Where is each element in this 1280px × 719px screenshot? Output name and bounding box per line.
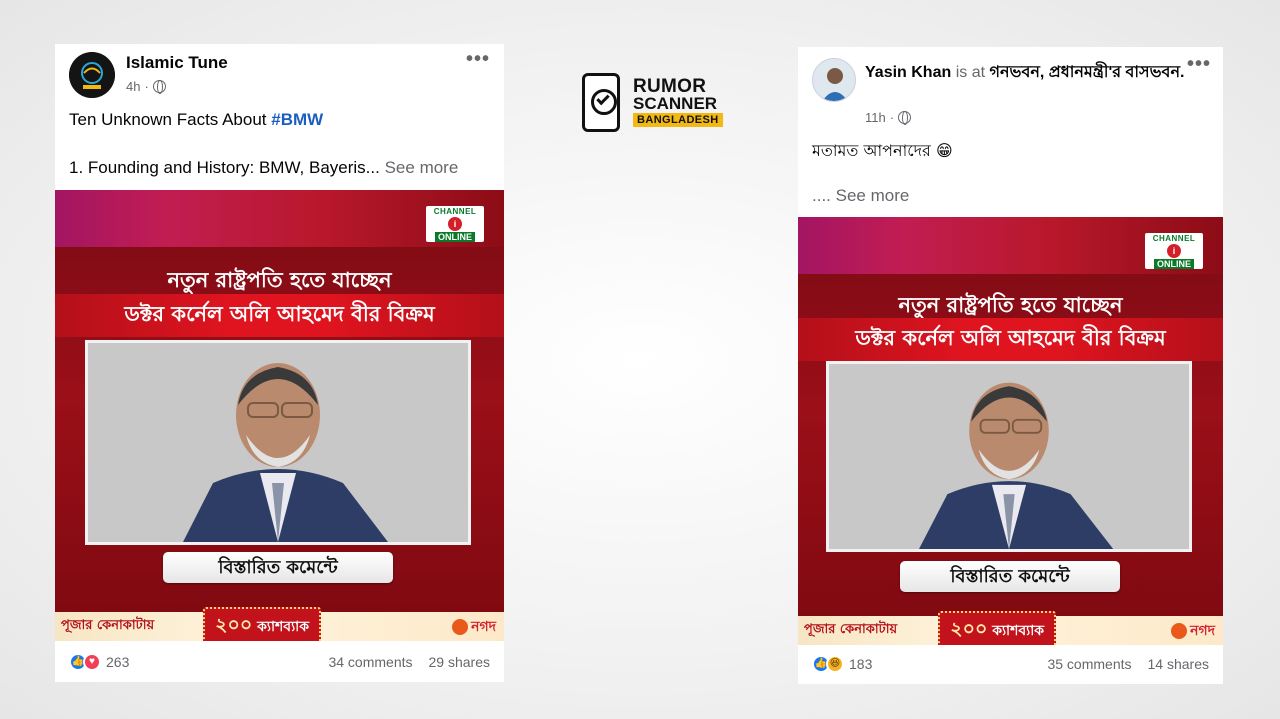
channel-logo-mark: i bbox=[1167, 243, 1181, 258]
detail-in-comments-button[interactable]: বিস্তারিত কমেন্টে bbox=[900, 561, 1120, 592]
location-link[interactable]: গনভবন, প্রধানমন্ত্রী'র বাসভবন bbox=[989, 64, 1180, 81]
post-time[interactable]: 11h bbox=[865, 110, 886, 125]
news-card-image[interactable]: CHANNEL i ONLINE নতুন রাষ্ট্রপতি হতে যাচ… bbox=[55, 190, 504, 641]
channel-i-logo: CHANNEL i ONLINE bbox=[1145, 233, 1203, 269]
post-text: Ten Unknown Facts About bbox=[69, 110, 272, 129]
engagement-counts: 34 comments 29 shares bbox=[328, 654, 490, 670]
ad-left-text: পূজার কেনাকাটায় bbox=[61, 618, 155, 633]
love-reaction-icon: ♥ bbox=[83, 652, 101, 671]
channel-logo-top: CHANNEL bbox=[1152, 233, 1196, 243]
location-suffix: . bbox=[1180, 64, 1185, 81]
card-headline-2: ডক্টর কর্নেল অলি আহমেদ বীর বিক্রম bbox=[798, 318, 1223, 361]
ad-brand: নগদ bbox=[452, 615, 504, 639]
post-meta: 4h · bbox=[126, 79, 166, 94]
see-more-link[interactable]: .... See more bbox=[812, 185, 909, 207]
more-options-icon[interactable]: ••• bbox=[1187, 53, 1211, 76]
ad-amount: ২০০ bbox=[215, 613, 253, 636]
logo-word-scanner: SCANNER bbox=[633, 94, 718, 113]
facebook-post-islamic-tune: Islamic Tune 4h · ••• Ten Unknown Facts … bbox=[55, 44, 504, 682]
comments-count[interactable]: 35 comments bbox=[1047, 656, 1131, 672]
reaction-summary[interactable]: 👍 ♥ 263 bbox=[69, 652, 130, 671]
globe-icon bbox=[152, 80, 166, 94]
channel-logo-mark: i bbox=[448, 216, 462, 231]
reaction-summary[interactable]: 👍 😆 183 bbox=[812, 654, 873, 673]
card-headline-2: ডক্টর কর্নেল অলি আহমেদ বীর বিক্রম bbox=[55, 294, 504, 337]
nagad-logo-icon bbox=[452, 618, 469, 635]
portrait-photo bbox=[85, 340, 471, 545]
author-name[interactable]: Islamic Tune bbox=[126, 53, 228, 73]
ad-strip: পূজার কেনাকাটায় ২০০ ক্যাশব্যাক নগদ bbox=[798, 610, 1223, 645]
rumor-scanner-logo: RUMOR SCANNER BANGLADESH bbox=[582, 73, 732, 135]
post-text-line2: 1. Founding and History: BMW, Bayeris...… bbox=[69, 157, 458, 179]
is-at-text: is at bbox=[951, 64, 990, 81]
detail-in-comments-button[interactable]: বিস্তারিত কমেন্টে bbox=[163, 552, 393, 583]
hashtag-link[interactable]: #BMW bbox=[271, 110, 323, 129]
channel-logo-bottom: ONLINE bbox=[434, 231, 475, 242]
ad-strip: পূজার কেনাকাটায় ২০০ ক্যাশব্যাক নগদ bbox=[55, 606, 504, 641]
ad-left-text: পূজার কেনাকাটায় bbox=[804, 622, 898, 637]
post-text-body: 1. Founding and History: BMW, Bayeris... bbox=[69, 158, 380, 177]
reaction-count: 183 bbox=[849, 655, 873, 672]
author-line: Yasin Khan is at গনভবন, প্রধানমন্ত্রী'র … bbox=[865, 61, 1195, 84]
facebook-post-yasin-khan: Yasin Khan is at গনভবন, প্রধানমন্ত্রী'র … bbox=[798, 47, 1223, 684]
ad-cashback-badge: ২০০ ক্যাশব্যাক bbox=[203, 606, 321, 641]
post-header: Yasin Khan is at গনভবন, প্রধানমন্ত্রী'র … bbox=[798, 47, 1223, 125]
avatar[interactable] bbox=[812, 58, 856, 102]
post-text-line1: Ten Unknown Facts About #BMW bbox=[69, 109, 323, 131]
post-footer: 👍 ♥ 263 34 comments 29 shares bbox=[55, 641, 504, 682]
channel-logo-bottom: ONLINE bbox=[1153, 258, 1194, 269]
globe-icon bbox=[898, 111, 912, 125]
channel-i-logo: CHANNEL i ONLINE bbox=[426, 206, 484, 242]
ad-amount: ২০০ bbox=[950, 617, 988, 640]
ad-cashback-badge: ২০০ ক্যাশব্যাক bbox=[938, 610, 1057, 645]
post-time[interactable]: 4h bbox=[126, 79, 140, 94]
shares-count[interactable]: 29 shares bbox=[429, 654, 490, 670]
see-more-text[interactable]: .... See more bbox=[812, 186, 909, 205]
engagement-counts: 35 comments 14 shares bbox=[1047, 656, 1209, 672]
post-text: মতামত আপনাদের 😁 bbox=[812, 141, 953, 160]
news-card-image[interactable]: CHANNEL i ONLINE নতুন রাষ্ট্রপতি হতে যাচ… bbox=[798, 217, 1223, 645]
reaction-count: 263 bbox=[106, 653, 130, 670]
ad-brand-text: নগদ bbox=[1190, 622, 1215, 639]
author-name[interactable]: Yasin Khan bbox=[865, 64, 951, 81]
post-header: Islamic Tune 4h · ••• bbox=[55, 44, 504, 104]
avatar[interactable] bbox=[69, 52, 115, 98]
nagad-logo-icon bbox=[1171, 622, 1188, 639]
comments-count[interactable]: 34 comments bbox=[328, 654, 412, 670]
ad-cashback-text: ক্যাশব্যাক bbox=[992, 622, 1045, 639]
more-options-icon[interactable]: ••• bbox=[466, 48, 490, 71]
phone-check-icon bbox=[582, 73, 620, 132]
ad-brand-text: নগদ bbox=[471, 618, 496, 635]
shares-count[interactable]: 14 shares bbox=[1148, 656, 1209, 672]
post-meta: 11h · bbox=[865, 110, 912, 125]
ad-cashback-text: ক্যাশব্যাক bbox=[257, 618, 309, 635]
haha-reaction-icon: 😆 bbox=[826, 654, 844, 673]
portrait-photo bbox=[826, 361, 1192, 552]
logo-word-bangladesh: BANGLADESH bbox=[633, 113, 723, 127]
post-footer: 👍 😆 183 35 comments 14 shares bbox=[798, 643, 1223, 684]
ad-brand: নগদ bbox=[1171, 619, 1223, 643]
see-more-link[interactable]: See more bbox=[385, 158, 459, 177]
channel-logo-top: CHANNEL bbox=[433, 206, 477, 216]
